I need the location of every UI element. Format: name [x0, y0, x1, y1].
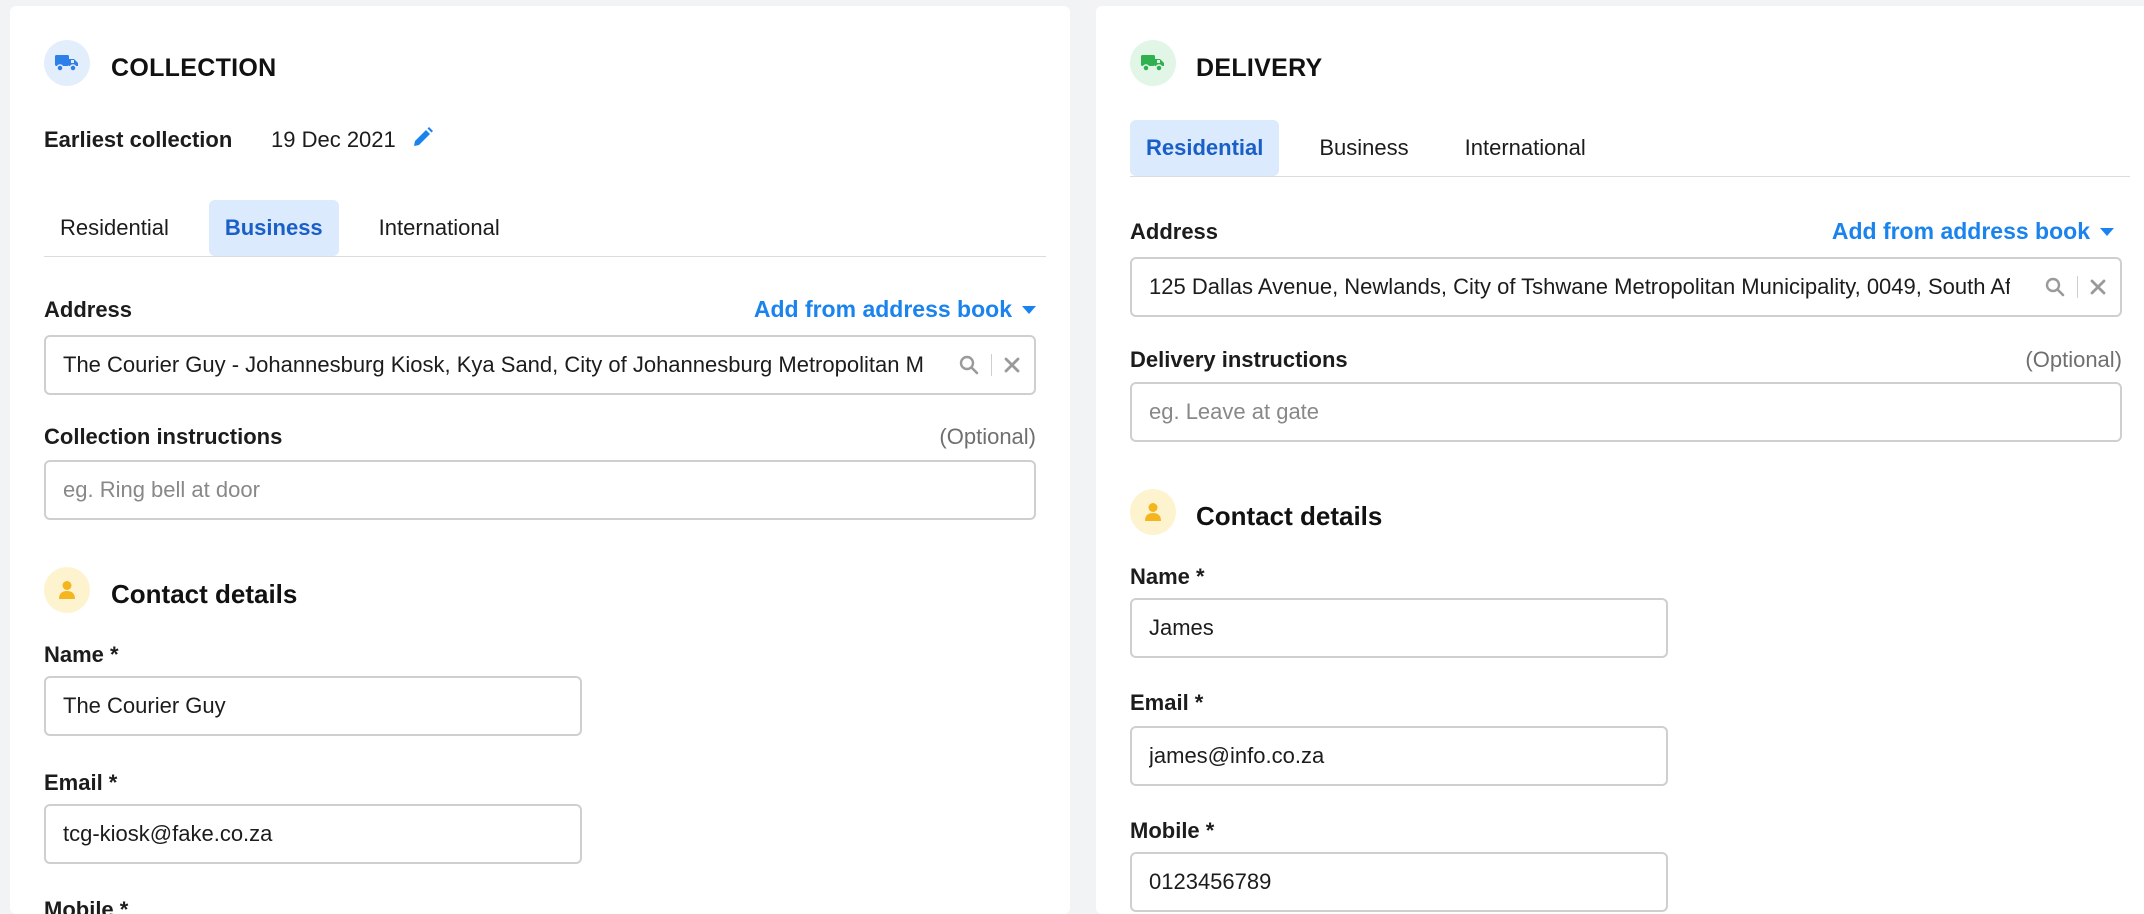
search-icon[interactable]: [2045, 277, 2065, 297]
delivery-instructions-input[interactable]: eg. Leave at gate: [1130, 382, 2122, 442]
earliest-collection-label: Earliest collection: [44, 127, 233, 152]
collection-instructions-input[interactable]: eg. Ring bell at door: [44, 460, 1036, 520]
caret-down-icon: [1022, 305, 1036, 314]
delivery-name-value: James: [1149, 615, 1214, 640]
earliest-collection-date: 19 Dec 2021: [271, 127, 396, 152]
collection-instructions-label: Collection instructions: [44, 424, 283, 449]
delivery-name-input[interactable]: James: [1130, 598, 1668, 658]
collection-email-input[interactable]: tcg-kiosk@fake.co.za: [44, 804, 582, 864]
delivery-email-value: james@info.co.za: [1149, 743, 1325, 768]
delivery-address-input[interactable]: 125 Dallas Avenue, Newlands, City of Tsh…: [1130, 257, 2122, 317]
delivery-mobile-value: 0123456789: [1149, 869, 1272, 894]
collection-name-value: The Courier Guy: [63, 693, 226, 718]
delivery-address-value: 125 Dallas Avenue, Newlands, City of Tsh…: [1149, 274, 2010, 299]
delivery-title: DELIVERY: [1196, 54, 1323, 82]
close-icon[interactable]: [2090, 279, 2106, 295]
tab-business[interactable]: Business: [208, 199, 339, 256]
mobile-label: Mobile *: [1130, 818, 1215, 843]
delivery-mobile-input[interactable]: 0123456789: [1130, 852, 1668, 912]
tab-international[interactable]: International: [363, 200, 516, 256]
truck-icon: [44, 40, 90, 86]
tab-residential[interactable]: Residential: [44, 200, 185, 256]
delivery-type-tabs: Residential Business International: [1130, 119, 2130, 177]
delivery-email-input[interactable]: james@info.co.za: [1130, 726, 1668, 786]
contact-details-title: Contact details: [111, 579, 298, 609]
address-book-label: Add from address book: [1831, 218, 2090, 244]
person-icon: [44, 567, 90, 613]
tab-residential[interactable]: Residential: [1130, 119, 1280, 176]
add-from-address-book-button[interactable]: Add from address book: [1832, 218, 2114, 245]
name-label: Name *: [44, 642, 119, 667]
collection-panel: COLLECTION Earliest collection 19 Dec 20…: [10, 6, 1070, 914]
mobile-label: Mobile *: [44, 897, 129, 914]
delivery-instructions-placeholder: eg. Leave at gate: [1149, 399, 1320, 424]
name-label: Name *: [1130, 564, 1205, 589]
person-icon: [1130, 489, 1176, 535]
optional-label: (Optional): [2025, 347, 2122, 372]
address-book-label: Add from address book: [753, 296, 1012, 322]
collection-name-input[interactable]: The Courier Guy: [44, 676, 582, 736]
close-icon[interactable]: [1004, 357, 1020, 373]
optional-label: (Optional): [939, 424, 1036, 449]
truck-icon: [1130, 40, 1176, 86]
tab-international[interactable]: International: [1449, 120, 1602, 176]
search-icon[interactable]: [959, 355, 979, 375]
caret-down-icon: [2100, 227, 2114, 236]
email-label: Email *: [44, 770, 118, 795]
tab-business[interactable]: Business: [1303, 120, 1424, 176]
add-from-address-book-button[interactable]: Add from address book: [754, 296, 1036, 323]
collection-address-value: The Courier Guy - Johannesburg Kiosk, Ky…: [63, 352, 924, 377]
delivery-panel: DELIVERY Residential Business Internatio…: [1096, 6, 2144, 914]
divider: [2077, 276, 2078, 298]
email-label: Email *: [1130, 690, 1204, 715]
address-label: Address: [1130, 219, 1219, 244]
collection-title: COLLECTION: [111, 54, 277, 82]
address-label: Address: [44, 297, 133, 322]
divider: [991, 354, 992, 376]
collection-instructions-placeholder: eg. Ring bell at door: [63, 477, 260, 502]
collection-address-input[interactable]: The Courier Guy - Johannesburg Kiosk, Ky…: [44, 335, 1036, 395]
delivery-instructions-label: Delivery instructions: [1130, 347, 1348, 372]
pencil-icon[interactable]: [412, 126, 434, 153]
collection-email-value: tcg-kiosk@fake.co.za: [63, 821, 273, 846]
collection-type-tabs: Residential Business International: [44, 199, 1046, 257]
contact-details-title: Contact details: [1196, 501, 1383, 531]
